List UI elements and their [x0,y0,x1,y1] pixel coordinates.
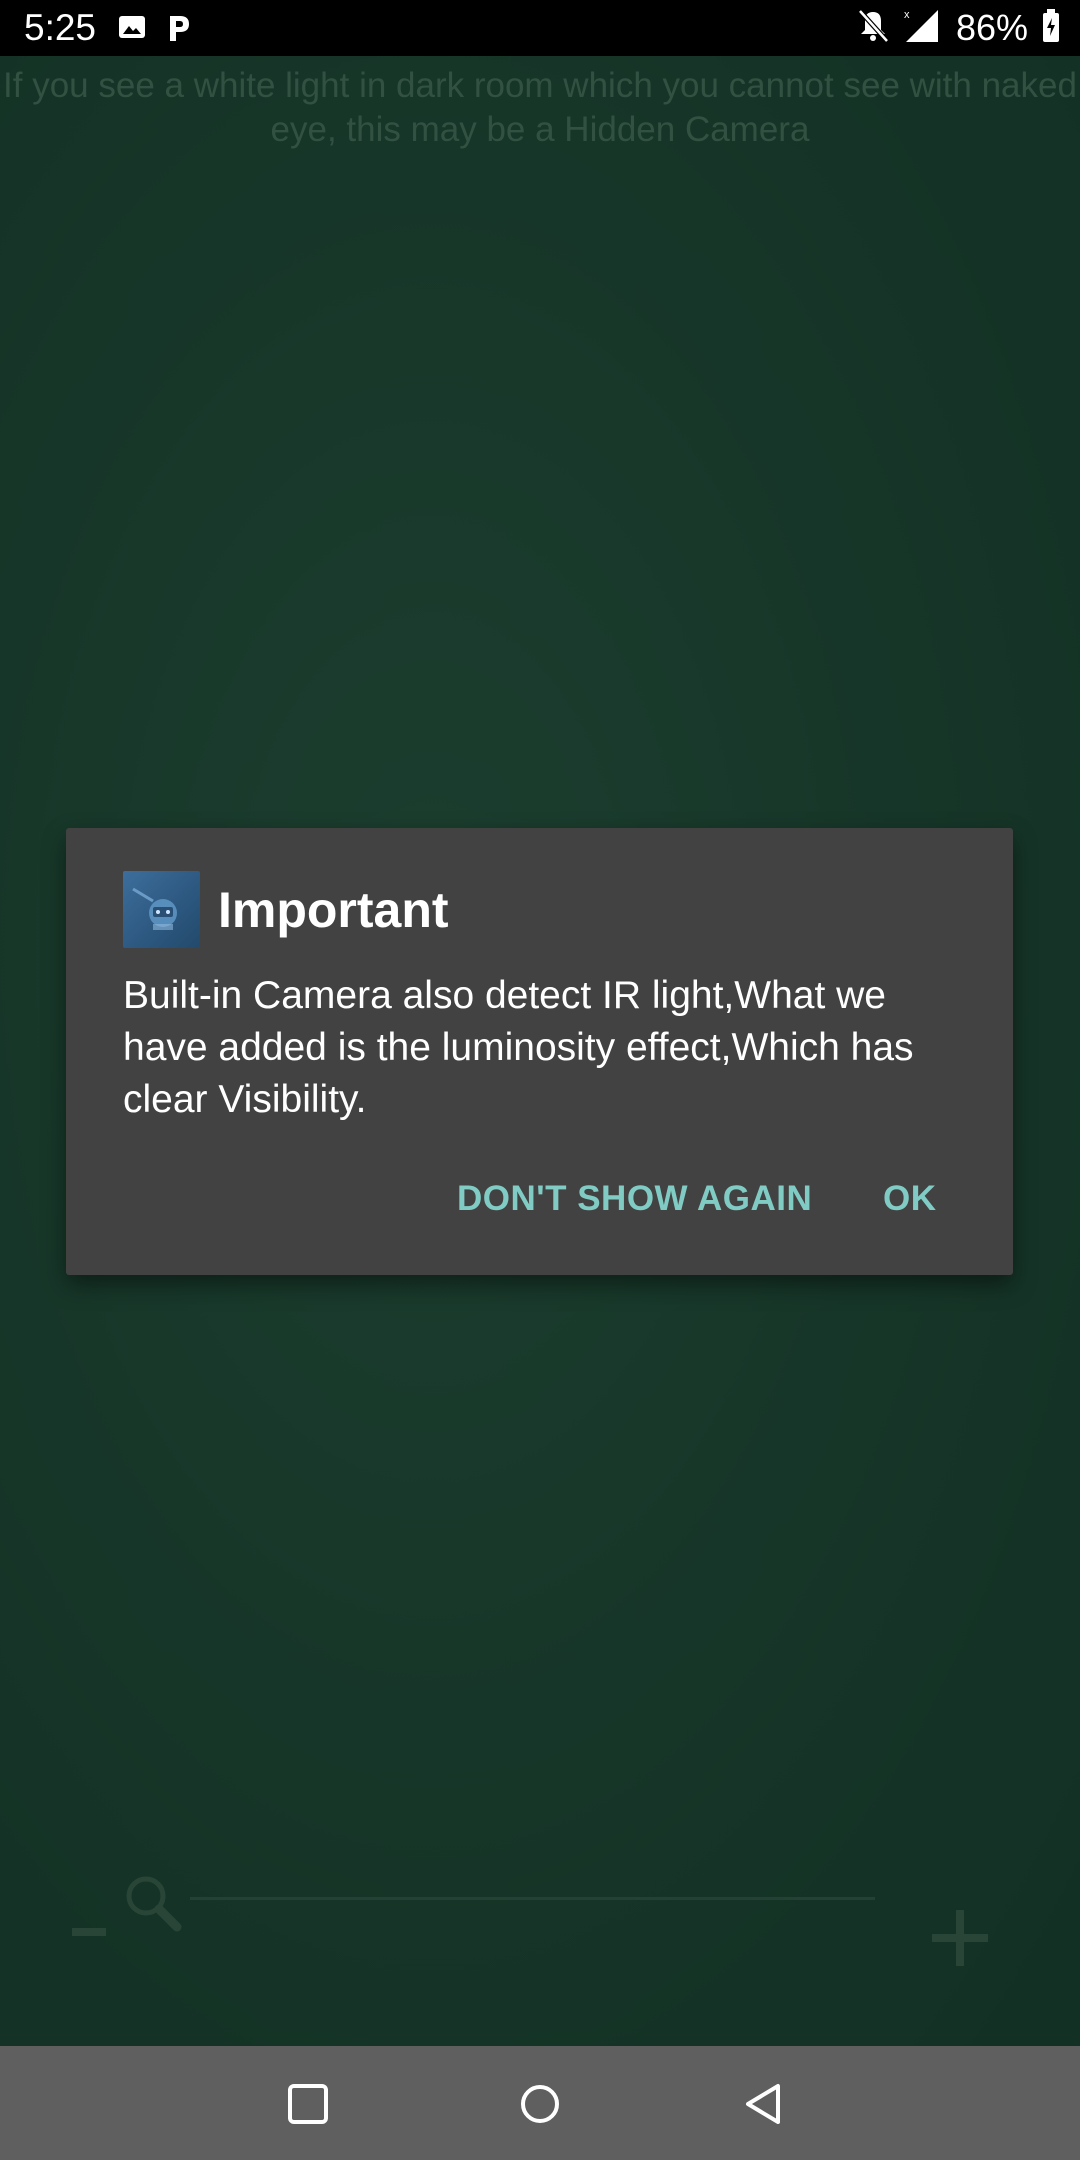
svg-text:x: x [904,9,910,21]
dont-show-again-button[interactable]: DON'T SHOW AGAIN [457,1174,812,1224]
image-icon [118,13,146,48]
cellular-signal-icon: x [904,8,942,49]
dialog-message: Built-in Camera also detect IR light,Wha… [123,974,914,1121]
battery-icon [1042,8,1060,48]
back-icon[interactable] [740,2080,788,2128]
status-bar: 5:25 x 86% [0,0,1080,56]
dialog-title: Important [218,882,449,938]
notifications-off-icon [856,8,890,49]
status-time: 5:25 [24,7,97,48]
home-icon[interactable] [516,2080,564,2128]
recents-icon[interactable] [284,2080,332,2128]
p-icon [166,13,192,48]
navigation-bar [0,2046,1080,2160]
ok-button[interactable]: OK [883,1174,937,1224]
battery-percent: 86% [955,7,1028,48]
important-dialog: Important Built-in Camera also detect IR… [66,828,1013,1275]
app-icon [123,871,200,948]
